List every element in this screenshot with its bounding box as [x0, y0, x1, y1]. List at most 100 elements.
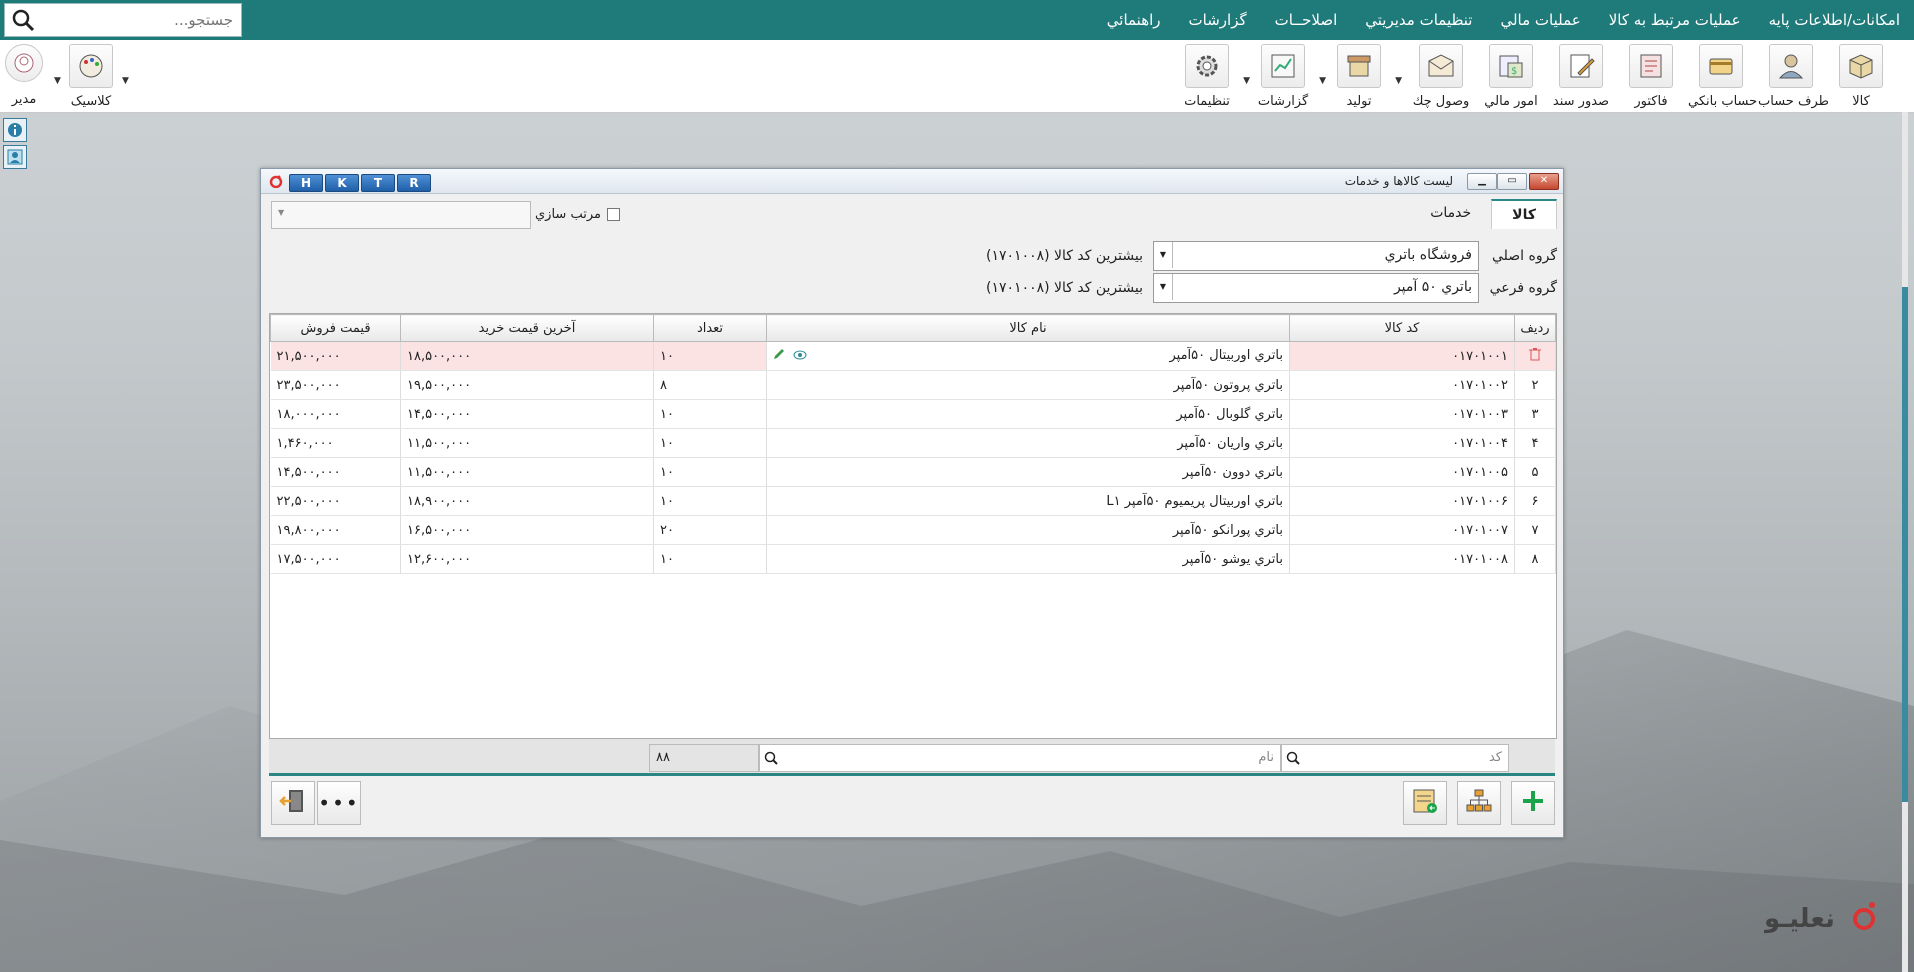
more-options-button[interactable]: ••• — [317, 781, 361, 825]
dialog-titlebar[interactable]: H K T R ليست کالاها و خدمات ▁ ▭ ✕ — [261, 169, 1563, 194]
chevron-down-icon[interactable]: ▼ — [1319, 76, 1326, 86]
maximize-button[interactable]: ▭ — [1497, 173, 1527, 190]
chevron-down-icon: ▼ — [278, 208, 285, 217]
chevron-down-icon[interactable]: ▼ — [1243, 76, 1250, 86]
table-row[interactable]: ۳ ۰۱۷۰۱۰۰۳ باتري گلوبال ۵۰آمپر ۱۰ ۱۴,۵۰۰… — [270, 399, 1556, 429]
table-row[interactable]: ۸ ۰۱۷۰۱۰۰۸ باتري يوشو ۵۰آمپر ۱۰ ۱۲,۶۰۰,۰… — [270, 544, 1556, 574]
search-icon[interactable] — [11, 8, 35, 36]
group-tree-button[interactable] — [1457, 781, 1501, 825]
bank-card-icon — [1699, 44, 1743, 88]
box-icon — [1839, 44, 1883, 88]
chevron-down-icon[interactable]: ▼ — [1395, 76, 1402, 86]
exit-button[interactable] — [271, 781, 315, 825]
pencil-icon[interactable] — [773, 348, 785, 364]
toolbar-account-party-label: طرف حساب — [1758, 94, 1829, 109]
toolbar-production-button[interactable]: توليد — [1326, 44, 1392, 109]
row-qty: ۸ — [653, 370, 767, 400]
toolbar-check-receipt-button[interactable]: وصول چك — [1408, 44, 1474, 109]
menu-corrections[interactable]: اصلاحــات — [1261, 11, 1352, 29]
search-input[interactable] — [41, 5, 235, 35]
chevron-down-icon[interactable]: ▼ — [1154, 274, 1173, 300]
toolbar-check-receipt-label: وصول چك — [1412, 94, 1470, 109]
toolbar-invoice-button[interactable]: فاکتور — [1618, 44, 1684, 109]
toolbar-bank-account-button[interactable]: حساب بانکي — [1688, 44, 1757, 109]
col-name[interactable]: نام کالا — [766, 314, 1290, 342]
total-qty-box: ۸۸ — [649, 744, 759, 772]
col-last-buy-price[interactable]: آخرين قيمت خريد — [400, 314, 654, 342]
toolbar-user-button[interactable]: مدير — [0, 44, 48, 107]
name-filter-input[interactable]: نام — [759, 744, 1281, 772]
row-buy-price: ۱۱,۵۰۰,۰۰۰ — [400, 428, 654, 458]
palette-icon — [69, 44, 113, 88]
hotkey-t-button[interactable]: T — [361, 174, 395, 192]
toolbar-reports-button[interactable]: گزارشات — [1250, 44, 1316, 109]
app-logo-icon — [269, 174, 283, 192]
toolbar-issue-document-button[interactable]: صدور سند — [1548, 44, 1614, 109]
user-profile-icon[interactable] — [3, 145, 27, 169]
row-number: ۳ — [1514, 399, 1556, 429]
table-row[interactable]: ۵ ۰۱۷۰۱۰۰۵ باتري دوون ۵۰آمپر ۱۰ ۱۱,۵۰۰,۰… — [270, 457, 1556, 487]
row-code: ۰۱۷۰۱۰۰۱ — [1289, 341, 1515, 371]
add-item-button[interactable] — [1511, 781, 1555, 825]
invoice-icon — [1629, 44, 1673, 88]
menu-base-info[interactable]: امکانات/اطلاعات پايه — [1755, 11, 1914, 29]
chevron-down-icon[interactable]: ▼ — [1154, 242, 1173, 268]
row-buy-price: ۱۱,۵۰۰,۰۰۰ — [400, 457, 654, 487]
row-name: باتري دوون ۵۰آمپر — [766, 457, 1290, 487]
row-buy-price: ۱۲,۶۰۰,۰۰۰ — [400, 544, 654, 574]
table-row[interactable]: ۲ ۰۱۷۰۱۰۰۲ باتري پروتون ۵۰آمپر ۸ ۱۹,۵۰۰,… — [270, 370, 1556, 400]
scrollbar-thumb[interactable] — [1902, 287, 1908, 802]
main-toolbar: کالا طرف حساب حساب بانکي فاکتور صدور سند… — [0, 40, 1914, 113]
sub-group-select[interactable]: باتري ۵۰ آمپر ▼ — [1153, 273, 1479, 303]
table-row[interactable]: ۷ ۰۱۷۰۱۰۰۷ باتري پورانکو ۵۰آمپر ۲۰ ۱۶,۵۰… — [270, 515, 1556, 545]
hotkey-k-button[interactable]: K — [325, 174, 359, 192]
trash-icon[interactable] — [1529, 348, 1541, 365]
export-icon — [1411, 787, 1439, 819]
toolbar-user-label: مدير — [11, 92, 37, 107]
toolbar-settings-button[interactable]: تنظيمات — [1174, 44, 1240, 109]
export-list-button[interactable] — [1403, 781, 1447, 825]
row-name: باتري اوربيتال پريميوم ۵۰آمپر L۱ — [766, 486, 1290, 516]
chevron-down-icon[interactable]: ▼ — [54, 76, 61, 86]
toolbar-invoice-label: فاکتور — [1634, 94, 1668, 109]
more-icon: ••• — [318, 791, 360, 815]
menu-help[interactable]: راهنمائي — [1093, 11, 1175, 29]
chevron-down-icon[interactable]: ▼ — [122, 76, 129, 86]
col-code[interactable]: کد کالا — [1289, 314, 1515, 342]
col-sell-price[interactable]: قيمت فروش — [270, 314, 401, 342]
minimize-button[interactable]: ▁ — [1467, 173, 1497, 190]
info-icon[interactable] — [3, 118, 27, 142]
row-number: ۷ — [1514, 515, 1556, 545]
right-scrollbar[interactable] — [1902, 112, 1908, 972]
eye-icon[interactable] — [793, 349, 807, 364]
code-filter-input[interactable]: کد — [1281, 744, 1509, 772]
toolbar-finance-button[interactable]: $ امور مالي — [1478, 44, 1544, 109]
main-group-select[interactable]: فروشگاه باتري ▼ — [1153, 241, 1479, 271]
close-button[interactable]: ✕ — [1529, 173, 1559, 190]
row-qty: ۱۰ — [653, 544, 767, 574]
tab-services[interactable]: خدمات — [1410, 199, 1491, 229]
col-qty[interactable]: تعداد — [653, 314, 767, 342]
toolbar-account-party-button[interactable]: طرف حساب — [1758, 44, 1829, 109]
menu-admin-settings[interactable]: تنظيمات مديريتي — [1351, 11, 1486, 29]
finance-icon: $ — [1489, 44, 1533, 88]
menu-reports[interactable]: گزارشات — [1175, 11, 1261, 29]
menu-goods-ops[interactable]: عمليات مرتبط به کالا — [1595, 11, 1755, 29]
menu-financial-ops[interactable]: عمليات مالي — [1486, 11, 1594, 29]
tab-goods[interactable]: کالا — [1491, 199, 1557, 229]
sort-toggle[interactable]: مرتب سازي — [535, 207, 620, 222]
table-row[interactable]: ۶ ۰۱۷۰۱۰۰۶ باتري اوربيتال پريميوم ۵۰آمپر… — [270, 486, 1556, 516]
table-row[interactable]: ۰۱۷۰۱۰۰۱ باتري اوربيتال ۵۰آمپر ۱۰ ۱۸,۵۰۰… — [270, 341, 1556, 371]
sort-checkbox[interactable] — [606, 208, 620, 221]
toolbar-goods-button[interactable]: کالا — [1828, 44, 1894, 109]
toolbar-theme-button[interactable]: کلاسيک — [58, 44, 124, 109]
table-row[interactable]: ۴ ۰۱۷۰۱۰۰۴ باتري واريان ۵۰آمپر ۱۰ ۱۱,۵۰۰… — [270, 428, 1556, 458]
sort-select[interactable]: ▼ — [271, 201, 531, 229]
gear-icon — [1185, 44, 1229, 88]
hotkey-r-button[interactable]: R — [397, 174, 431, 192]
row-name: باتري يوشو ۵۰آمپر — [766, 544, 1290, 574]
col-row-number[interactable]: رديف — [1514, 314, 1556, 342]
global-search[interactable] — [4, 3, 242, 37]
row-name: باتري واريان ۵۰آمپر — [766, 428, 1290, 458]
hotkey-h-button[interactable]: H — [289, 174, 323, 192]
